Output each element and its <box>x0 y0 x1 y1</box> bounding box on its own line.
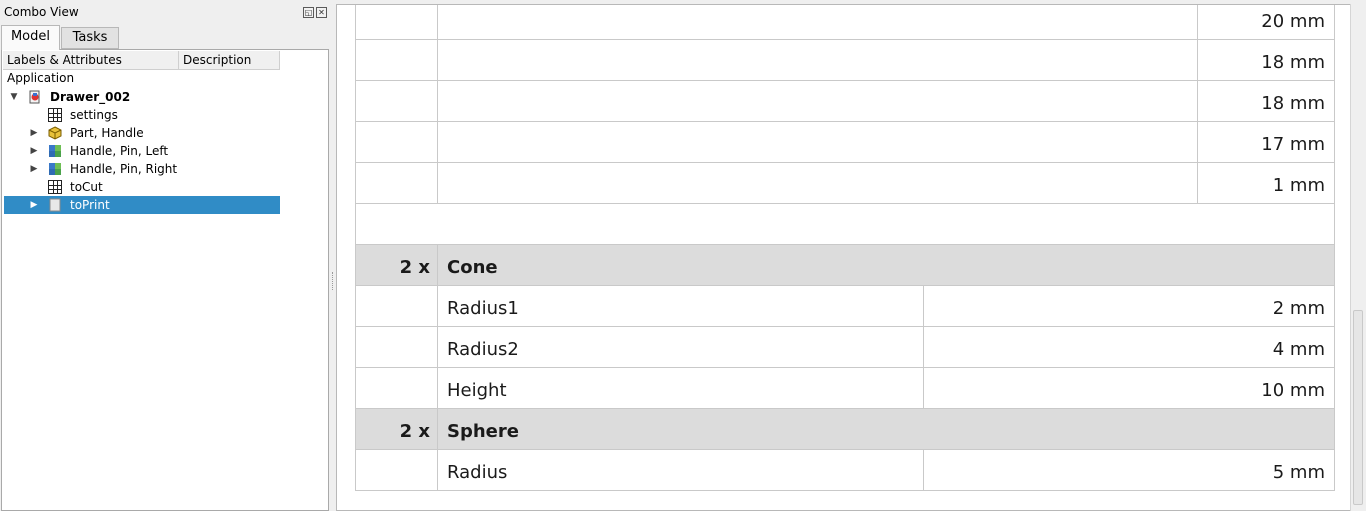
property-name-cell: Radius2 <box>447 339 519 360</box>
tree-item-label: Drawer_002 <box>50 90 131 104</box>
quantity-cell: 2 x <box>399 421 430 442</box>
quantity-cell <box>356 40 438 80</box>
property-value-cell: 18 mm <box>1261 52 1325 73</box>
tree-item[interactable]: toCut <box>4 178 280 196</box>
report-section-header: 2 x Sphere <box>355 409 1335 450</box>
expand-down-icon[interactable]: ▼ <box>8 88 20 106</box>
tree-item-label: Handle, Pin, Right <box>70 162 178 176</box>
report-row: Height 10 mm <box>355 368 1335 409</box>
column-header-labels[interactable]: Labels & Attributes <box>3 51 179 70</box>
quantity-cell <box>356 327 438 367</box>
link-icon <box>48 162 62 176</box>
column-divider <box>923 327 924 367</box>
column-divider <box>1197 81 1198 121</box>
property-value-cell: 4 mm <box>1272 339 1325 360</box>
quantity-cell: 2 x <box>399 257 430 278</box>
tree-item-label: toCut <box>70 180 103 194</box>
report-row: 1 mm <box>355 163 1335 204</box>
column-divider <box>923 286 924 326</box>
part-icon <box>48 126 62 140</box>
expand-right-icon[interactable]: ▶ <box>28 124 40 142</box>
report-spacer-row <box>355 204 1335 245</box>
property-name-cell: Height <box>447 380 507 401</box>
tree-item[interactable]: ▶ Handle, Pin, Left <box>4 142 280 160</box>
tab-model[interactable]: Model <box>1 25 60 50</box>
tree-item-label: Part, Handle <box>70 126 144 140</box>
property-value-cell: 2 mm <box>1272 298 1325 319</box>
tree-item-label: settings <box>70 108 118 122</box>
spreadsheet-icon <box>48 180 62 194</box>
report-row: Radius2 4 mm <box>355 327 1335 368</box>
tree-root-application[interactable]: Application <box>7 71 74 85</box>
quantity-cell <box>356 5 438 39</box>
column-divider <box>923 450 924 490</box>
expand-right-icon[interactable]: ▶ <box>28 142 40 160</box>
quantity-cell <box>356 163 438 203</box>
splitter-grip[interactable] <box>332 272 334 290</box>
quantity-cell <box>356 286 438 326</box>
float-icon[interactable]: ◱ <box>303 7 314 18</box>
scrollbar-thumb[interactable] <box>1353 310 1363 505</box>
report-row: Radius 5 mm <box>355 450 1335 491</box>
quantity-cell <box>356 81 438 121</box>
model-tree: Labels & Attributes Description Applicat… <box>1 49 329 511</box>
close-icon[interactable]: ✕ <box>316 7 327 18</box>
tree-item-label: toPrint <box>70 198 110 212</box>
shape-name-cell: Sphere <box>447 421 519 442</box>
document-icon <box>28 90 42 104</box>
column-divider <box>923 368 924 408</box>
report-row: 18 mm <box>355 40 1335 81</box>
property-name-cell: Radius <box>447 462 508 483</box>
report-view: 20 mm 18 mm 18 mm 17 mm 1 mm 2 x Cone Radius1 2 … <box>336 4 1366 511</box>
property-value-cell: 18 mm <box>1261 93 1325 114</box>
expand-right-icon[interactable]: ▶ <box>28 196 40 214</box>
column-divider <box>1197 5 1198 39</box>
property-value-cell: 20 mm <box>1261 11 1325 32</box>
quantity-cell <box>356 122 438 162</box>
shape-name-cell: Cone <box>447 257 498 278</box>
column-divider <box>1197 40 1198 80</box>
report-row: 20 mm <box>355 5 1335 40</box>
column-divider <box>1197 122 1198 162</box>
spreadsheet-icon <box>48 108 62 122</box>
tree-header: Labels & Attributes Description <box>3 51 280 70</box>
tree-item-label: Handle, Pin, Left <box>70 144 169 158</box>
combo-view-title: Combo View <box>4 5 79 19</box>
report-section-header: 2 x Cone <box>355 245 1335 286</box>
report-row: Radius1 2 mm <box>355 286 1335 327</box>
property-name-cell: Radius1 <box>447 298 519 319</box>
tree-item[interactable]: ▶ toPrint <box>4 196 280 214</box>
tree-item[interactable]: ▼ Drawer_002 <box>4 88 280 106</box>
report-row: 17 mm <box>355 122 1335 163</box>
column-header-description[interactable]: Description <box>179 51 280 70</box>
quantity-cell <box>356 368 438 408</box>
quantity-cell <box>356 450 438 490</box>
expand-right-icon[interactable]: ▶ <box>28 160 40 178</box>
tab-tasks[interactable]: Tasks <box>61 27 119 49</box>
property-value-cell: 17 mm <box>1261 134 1325 155</box>
report-row: 18 mm <box>355 81 1335 122</box>
property-value-cell: 10 mm <box>1261 380 1325 401</box>
page-icon <box>48 198 62 212</box>
tree-item[interactable]: ▶ Handle, Pin, Right <box>4 160 280 178</box>
link-icon <box>48 144 62 158</box>
tree-item[interactable]: settings <box>4 106 280 124</box>
column-divider <box>1197 163 1198 203</box>
tree-item[interactable]: ▶ Part, Handle <box>4 124 280 142</box>
property-value-cell: 5 mm <box>1272 462 1325 483</box>
property-value-cell: 1 mm <box>1272 175 1325 196</box>
combo-view-panel: Combo View ◱ ✕ Model Tasks Labels & Attr… <box>0 0 332 511</box>
